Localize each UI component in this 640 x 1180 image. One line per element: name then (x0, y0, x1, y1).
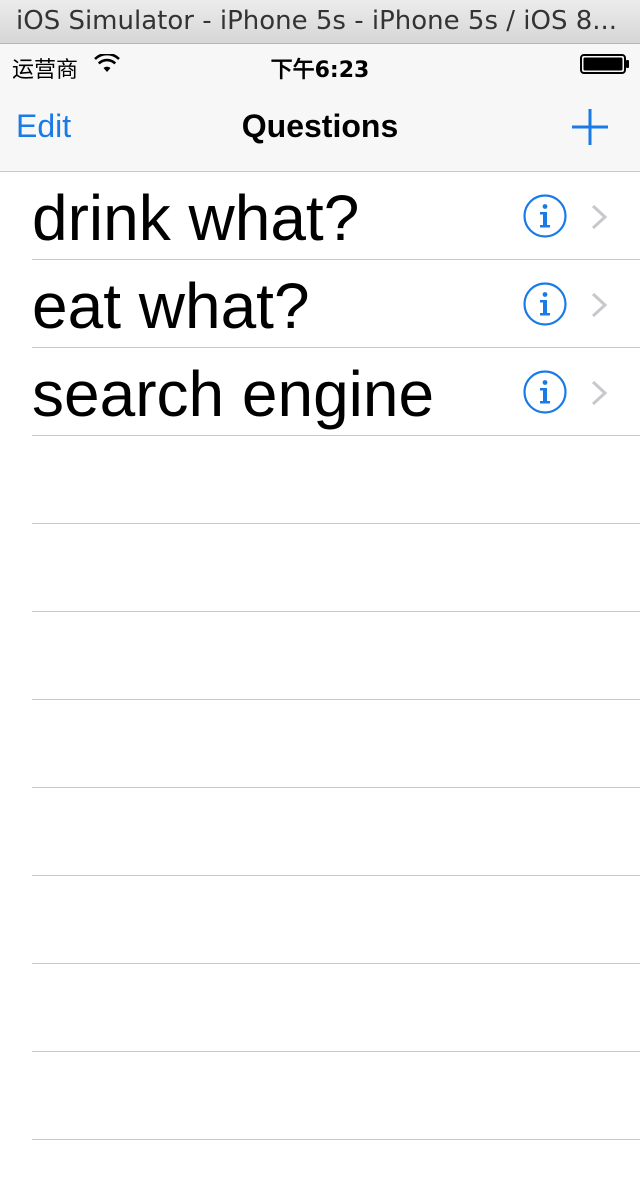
empty-row (0, 964, 640, 1052)
empty-row (0, 876, 640, 964)
info-icon[interactable] (523, 370, 567, 414)
plus-icon[interactable] (570, 107, 610, 147)
empty-row (0, 700, 640, 788)
status-bar: 运营商 下午6:23 (0, 44, 640, 84)
status-time: 下午6:23 (270, 58, 370, 83)
chevron-right-icon (591, 380, 608, 406)
info-icon[interactable] (523, 282, 567, 326)
empty-row (0, 612, 640, 700)
row-separator (32, 1139, 640, 1140)
empty-row (0, 788, 640, 876)
battery-icon (580, 54, 629, 74)
page-title: Questions (241, 108, 399, 144)
chevron-right-icon (591, 204, 608, 230)
info-icon[interactable] (523, 194, 567, 238)
table-row[interactable]: drink what? (0, 172, 640, 260)
row-label: drink what? (32, 182, 360, 254)
chevron-right-icon (591, 292, 608, 318)
table-row[interactable]: search engine (0, 348, 640, 436)
window-title: iOS Simulator - iPhone 5s - iPhone 5s / … (16, 6, 618, 36)
empty-row (0, 436, 640, 524)
window-titlebar: iOS Simulator - iPhone 5s - iPhone 5s / … (0, 0, 640, 44)
table-row[interactable]: eat what? (0, 260, 640, 348)
row-label: eat what? (32, 270, 310, 342)
empty-row (0, 524, 640, 612)
questions-table: drink what? eat what? search engine (0, 172, 640, 1140)
empty-row (0, 1052, 640, 1140)
navigation-bar: Edit Questions (0, 84, 640, 172)
row-label: search engine (32, 358, 435, 430)
